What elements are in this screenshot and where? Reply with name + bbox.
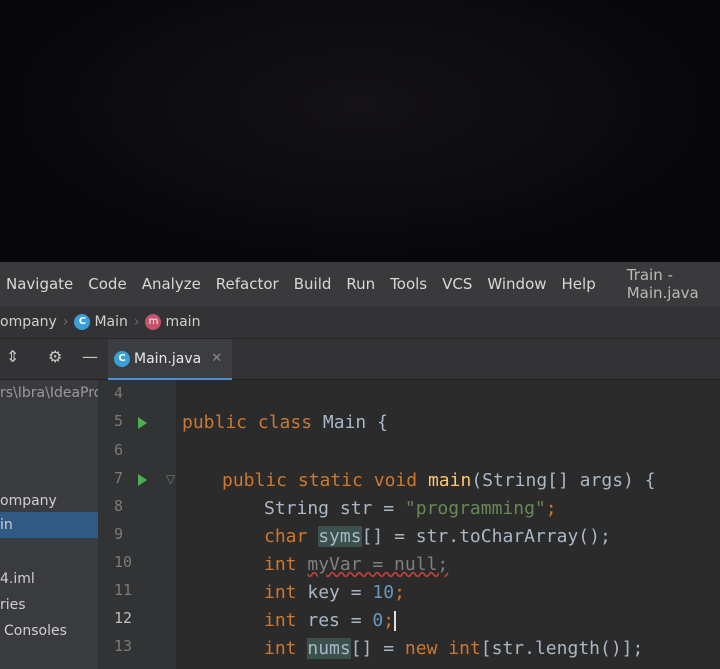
code-line-8: String str = "programming"; xyxy=(264,498,557,519)
room-background xyxy=(0,0,720,262)
tree-item-company[interactable]: ompany xyxy=(0,488,57,514)
ide-window: Navigate Code Analyze Refactor Build Run… xyxy=(0,262,720,669)
window-title: Train - Main.java xyxy=(626,266,699,302)
method-icon: m xyxy=(145,314,162,330)
line-number: 4 xyxy=(114,384,124,402)
tool-row: ⇕ ⚙ — C Main.java ✕ xyxy=(0,339,720,381)
tree-item-libraries[interactable]: ries xyxy=(0,592,26,618)
line-number: 7 xyxy=(114,469,124,487)
line-number: 8 xyxy=(114,497,124,515)
run-icon[interactable] xyxy=(138,474,147,486)
gear-icon[interactable]: ⚙ xyxy=(48,347,62,366)
collapse-all-icon[interactable]: ⇕ xyxy=(6,347,19,366)
run-icon[interactable] xyxy=(138,417,147,429)
menu-build[interactable]: Build xyxy=(294,275,332,293)
menu-vcs[interactable]: VCS xyxy=(442,275,472,293)
breadcrumb-project[interactable]: ompany xyxy=(0,314,57,330)
menu-bar: Navigate Code Analyze Refactor Build Run… xyxy=(0,262,720,306)
line-number: 5 xyxy=(114,412,124,430)
code-line-13: int nums[] = new int[str.length()]; xyxy=(264,638,644,659)
chevron-right-icon: › xyxy=(62,314,69,330)
tree-item-consoles[interactable]: Consoles xyxy=(4,618,67,644)
menu-help[interactable]: Help xyxy=(562,275,596,293)
code-line-5: public class Main { xyxy=(182,412,388,433)
project-path: rs\Ibra\IdeaPro xyxy=(0,385,103,401)
code-editor[interactable]: public class Main { public static void m… xyxy=(176,380,720,669)
menu-code[interactable]: Code xyxy=(88,275,126,293)
project-sidebar: rs\Ibra\IdeaPro ompany in 4.iml ries Con… xyxy=(0,380,102,669)
line-number: 11 xyxy=(114,581,133,599)
chevron-right-icon: › xyxy=(133,314,140,330)
menu-run[interactable]: Run xyxy=(346,275,375,293)
menu-refactor[interactable]: Refactor xyxy=(216,275,279,293)
close-icon[interactable]: ✕ xyxy=(211,351,222,366)
tab-label: Main.java xyxy=(134,350,202,367)
breadcrumb-class[interactable]: Main xyxy=(94,314,127,330)
line-number: 6 xyxy=(114,441,124,459)
menu-window[interactable]: Window xyxy=(487,275,546,293)
menu-tools[interactable]: Tools xyxy=(390,275,427,293)
code-line-12: int res = 0; xyxy=(264,610,397,631)
text-caret xyxy=(394,611,397,631)
tree-item-iml[interactable]: 4.iml xyxy=(0,566,35,592)
code-line-10: int myVar = null; xyxy=(264,554,449,575)
minimize-icon[interactable]: — xyxy=(82,347,98,366)
line-gutter: 4 5 6 7 ▽ 8 9 10 11 12 13 xyxy=(98,380,177,669)
menu-analyze[interactable]: Analyze xyxy=(142,275,201,293)
line-number: 10 xyxy=(114,553,133,571)
tree-item-main[interactable]: in xyxy=(0,512,98,538)
fold-icon[interactable]: ▽ xyxy=(166,472,175,486)
code-line-9: char syms[] = str.toCharArray(); xyxy=(264,526,611,547)
code-line-7: public static void main(String[] args) { xyxy=(222,470,656,491)
menu-navigate[interactable]: Navigate xyxy=(6,275,73,293)
tab-main-java[interactable]: C Main.java ✕ xyxy=(108,339,232,381)
class-icon: C xyxy=(114,350,130,367)
line-number: 13 xyxy=(114,637,133,655)
breadcrumb: ompany › C Main › m main xyxy=(0,306,720,339)
breadcrumb-method[interactable]: main xyxy=(165,314,200,330)
line-number-current: 12 xyxy=(114,609,133,627)
class-icon: C xyxy=(74,314,91,330)
line-number: 9 xyxy=(114,525,124,543)
code-line-11: int key = 10; xyxy=(264,582,405,603)
